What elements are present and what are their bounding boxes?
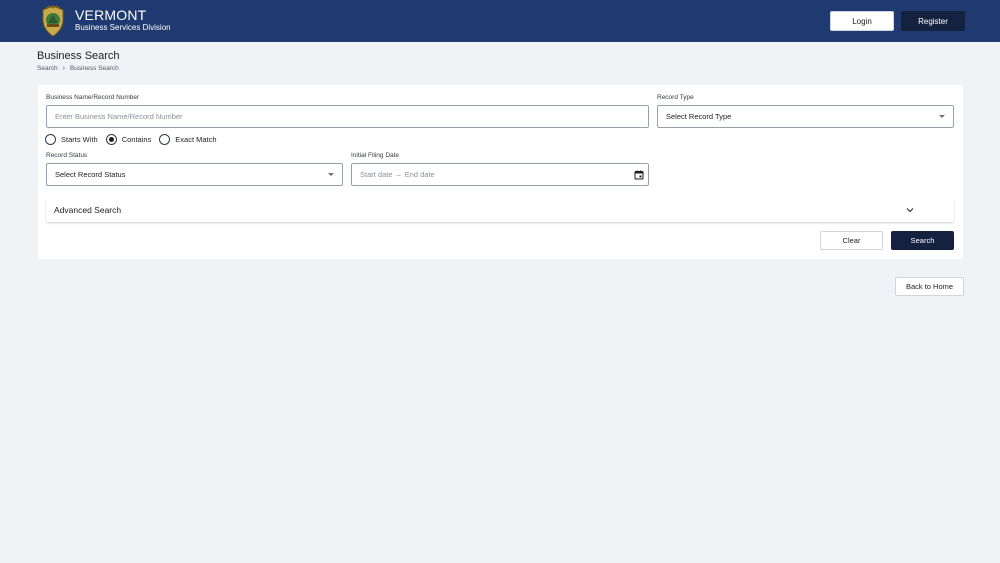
login-button[interactable]: Login [830, 11, 894, 31]
state-seal-icon [42, 5, 64, 37]
breadcrumb-item-search[interactable]: Search [37, 65, 58, 72]
breadcrumb-item-current: Business Search [69, 65, 119, 72]
match-type-group: Starts With Contains Exact Match [45, 133, 225, 145]
radio-checked-icon[interactable] [105, 133, 117, 145]
record-status-selected: Select Record Status [55, 170, 126, 179]
radio-starts-with[interactable]: Starts With [45, 133, 98, 145]
radio-unchecked-icon[interactable] [159, 133, 171, 145]
clear-button[interactable]: Clear [820, 231, 883, 250]
advanced-search-panel[interactable]: Advanced Search [46, 198, 954, 222]
radio-exact-match-label: Exact Match [175, 134, 217, 144]
filing-date-range-input[interactable]: Start date – End date [351, 163, 649, 186]
business-name-label: Business Name/Record Number [46, 94, 140, 101]
breadcrumb: Search › Business Search [37, 65, 119, 72]
record-type-label: Record Type [657, 94, 694, 101]
record-status-select[interactable]: Select Record Status [46, 163, 343, 186]
business-name-input[interactable]: Enter Business Name/Record Number [46, 105, 649, 128]
brand-subtitle: Business Services Division [75, 23, 171, 32]
record-type-selected: Select Record Type [666, 112, 732, 121]
filing-date-label: Initial Filing Date [351, 152, 400, 159]
record-status-label: Record Status [46, 152, 88, 159]
advanced-search-label: Advanced Search [54, 205, 122, 215]
search-button[interactable]: Search [891, 231, 954, 250]
chevron-right-icon: › [62, 65, 65, 72]
radio-contains-label: Contains [121, 134, 152, 144]
back-to-home-button[interactable]: Back to Home [895, 277, 964, 296]
radio-exact-match[interactable]: Exact Match [159, 133, 217, 145]
filing-date-start[interactable]: Start date [360, 170, 393, 179]
register-button[interactable]: Register [901, 11, 965, 31]
chevron-down-icon[interactable] [905, 205, 915, 215]
page-title: Business Search [37, 50, 120, 62]
radio-unchecked-icon[interactable] [45, 133, 56, 145]
filing-date-end[interactable]: End date [405, 170, 435, 179]
caret-down-icon [939, 115, 945, 118]
calendar-icon[interactable] [634, 170, 644, 180]
radio-starts-with-label: Starts With [61, 134, 98, 144]
top-header: VERMONT Business Services Division Login… [0, 0, 1000, 42]
record-type-select[interactable]: Select Record Type [657, 105, 954, 128]
brand-title: VERMONT [75, 7, 147, 23]
radio-contains[interactable]: Contains [105, 133, 152, 145]
filing-date-separator: – [396, 170, 401, 179]
caret-down-icon [328, 173, 334, 176]
business-name-placeholder: Enter Business Name/Record Number [55, 112, 183, 121]
